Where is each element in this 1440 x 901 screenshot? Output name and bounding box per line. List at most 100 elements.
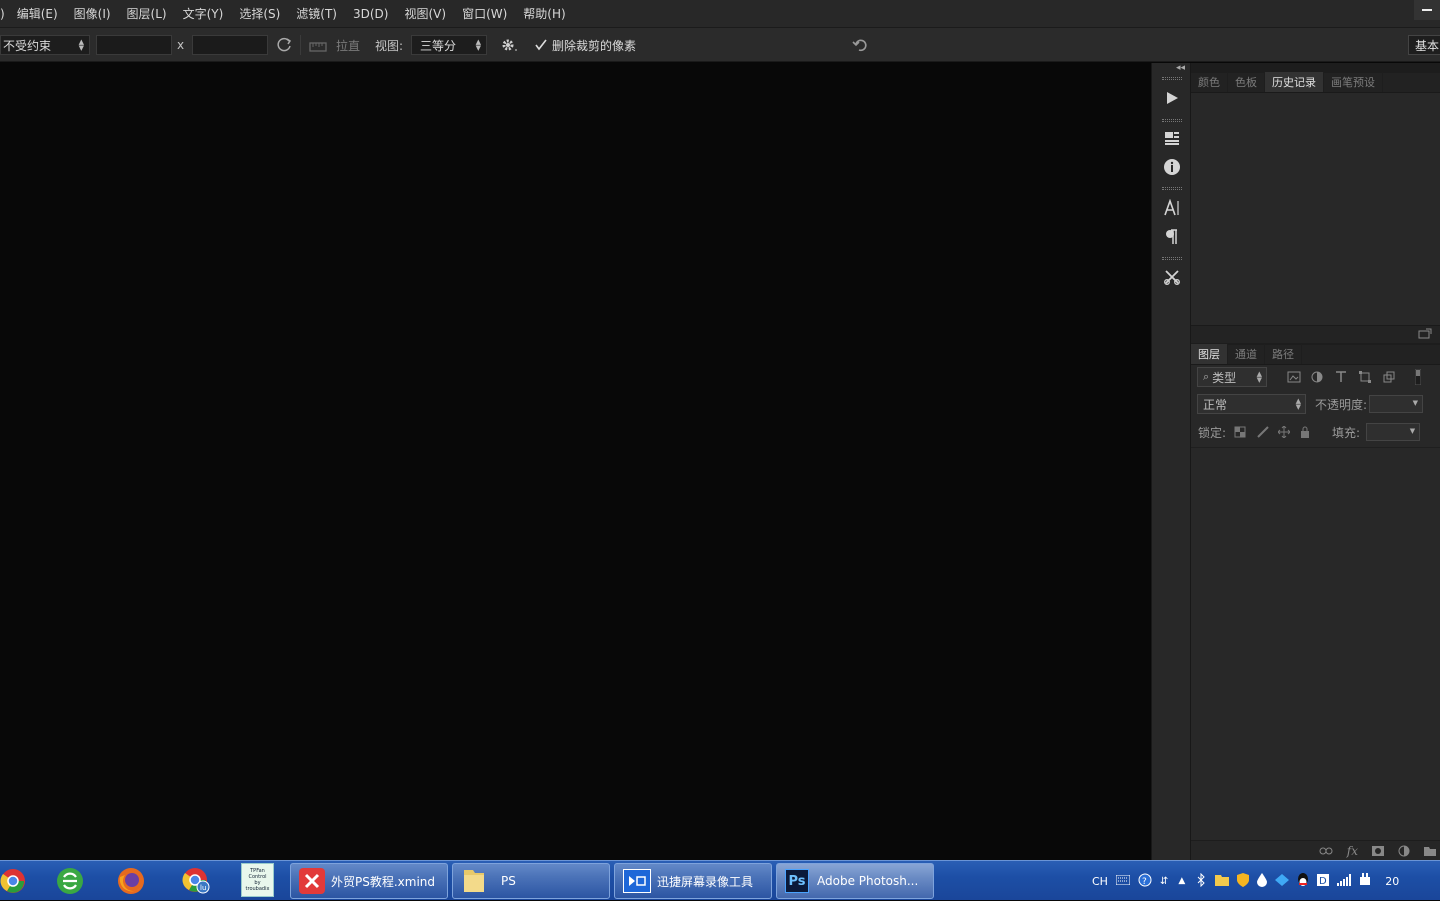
layers-list[interactable] [1191, 448, 1440, 840]
tpfan-icon[interactable]: TPFan Control by troubadix [241, 863, 274, 897]
tab-channels[interactable]: 通道 [1228, 344, 1265, 364]
svg-text:D: D [1319, 876, 1327, 886]
clock-partial[interactable]: 20 [1385, 875, 1399, 888]
minimize-button[interactable] [1414, 0, 1440, 20]
link-layers-icon[interactable] [1319, 846, 1333, 856]
tab-color[interactable]: 颜色 [1191, 72, 1228, 92]
browser-e-icon[interactable] [56, 863, 86, 899]
fx-icon[interactable]: fx [1347, 844, 1358, 858]
layers-panel-footer: fx [1191, 840, 1440, 860]
menu-item-help[interactable]: 帮助(H) [523, 5, 565, 22]
app-d-icon[interactable]: D [1317, 873, 1330, 889]
folder-icon [461, 866, 487, 897]
lock-image-brush-icon[interactable] [1256, 426, 1270, 438]
opacity-label: 不透明度: [1315, 397, 1368, 412]
taskbar-button-recorder[interactable]: 迅捷屏幕录像工具 [614, 863, 772, 899]
lock-position-move-icon[interactable] [1278, 426, 1291, 438]
dock-grip[interactable] [1162, 187, 1182, 190]
tab-brush-presets[interactable]: 画笔预设 [1324, 72, 1383, 92]
menu-item-window[interactable]: 窗口(W) [462, 5, 507, 22]
filter-toggle-icon[interactable] [1415, 369, 1421, 385]
new-group-folder-icon[interactable] [1424, 846, 1436, 856]
tool-presets-icon[interactable] [1160, 266, 1184, 288]
collapse-panels-icon[interactable]: ◂◂ [1176, 63, 1185, 73]
paragraph-icon[interactable] [1160, 226, 1184, 248]
actions-play-icon[interactable] [1160, 87, 1184, 109]
add-mask-icon[interactable] [1372, 845, 1384, 856]
qq-penguin-icon[interactable] [1297, 872, 1309, 890]
ratio-select-value: 不受约束 [3, 38, 52, 53]
menu-item-file-partial[interactable]: ) [0, 7, 5, 21]
help-icon[interactable]: ? [1138, 873, 1152, 890]
firefox-icon[interactable] [117, 863, 147, 899]
taskbar-button-photoshop[interactable]: Ps Adobe Photosh... [776, 863, 934, 899]
character-icon[interactable] [1160, 197, 1184, 219]
ime-icon[interactable]: ⇵ [1160, 876, 1168, 887]
filter-adjustment-icon[interactable] [1311, 371, 1323, 383]
workspace-select[interactable]: 基本 [1408, 35, 1440, 55]
language-indicator[interactable]: CH [1092, 875, 1108, 888]
lock-transparent-icon[interactable] [1234, 426, 1246, 438]
tab-history[interactable]: 历史记录 [1265, 72, 1324, 92]
lock-label: 锁定: [1198, 425, 1227, 440]
dock-grip[interactable] [1162, 77, 1182, 80]
layer-filter-select[interactable]: ⌕ 类型 ▲ ▼ [1197, 367, 1267, 387]
straighten-icon[interactable] [308, 28, 328, 62]
dropdown-arrow-icon: ▼ [1412, 399, 1419, 407]
gear-icon[interactable] [499, 28, 519, 62]
ratio-select[interactable]: 不受约束 ▲ ▼ [0, 35, 90, 55]
lock-all-icon[interactable] [1300, 426, 1310, 438]
filter-type-icon[interactable] [1335, 371, 1347, 383]
filter-pixel-icon[interactable] [1287, 371, 1301, 383]
menu-item-layer[interactable]: 图层(L) [127, 5, 167, 22]
delete-crop-checkbox[interactable] [534, 28, 548, 62]
reset-icon[interactable] [851, 28, 871, 62]
menu-item-view[interactable]: 视图(V) [404, 5, 446, 22]
menu-item-edit[interactable]: 编辑(E) [17, 5, 58, 22]
bluetooth-icon[interactable] [1197, 872, 1205, 890]
opacity-field[interactable]: ▼ [1369, 395, 1424, 413]
tab-swatches[interactable]: 色板 [1228, 72, 1265, 92]
select-arrows-icon: ▲ ▼ [78, 38, 84, 52]
menu-item-select[interactable]: 选择(S) [239, 5, 280, 22]
shield-icon[interactable] [1237, 872, 1250, 890]
swap-icon[interactable] [276, 28, 294, 62]
delete-crop-label[interactable]: 删除裁剪的像素 [552, 28, 636, 62]
taskbar-button-xmind[interactable]: 外贸PS教程.xmind [290, 863, 448, 899]
menu-item-3d[interactable]: 3D(D) [353, 7, 388, 21]
dock-grip[interactable] [1162, 119, 1182, 122]
straighten-label[interactable]: 拉直 [336, 28, 360, 62]
view-select[interactable]: 三等分 ▲ ▼ [411, 35, 487, 55]
blend-mode-select[interactable]: 正常 ▲ ▼ [1197, 394, 1306, 414]
tray-folder-icon[interactable] [1215, 874, 1230, 889]
recorder-icon [623, 869, 651, 893]
menu-item-image[interactable]: 图像(I) [74, 5, 111, 22]
menu-item-type[interactable]: 文字(Y) [183, 5, 224, 22]
width-field[interactable] [96, 35, 172, 55]
tab-paths[interactable]: 路径 [1265, 344, 1302, 364]
dock-grip[interactable] [1162, 257, 1182, 260]
tpfan-line: troubadix [245, 886, 270, 892]
filter-smart-object-icon[interactable] [1383, 371, 1395, 383]
droplet-icon[interactable] [1257, 872, 1268, 890]
fill-field[interactable]: ▼ [1366, 423, 1421, 441]
show-hidden-icons[interactable]: ▲ [1178, 876, 1185, 886]
layer-filter-row: ⌕ 类型 ▲ ▼ [1191, 366, 1440, 388]
chrome-icon[interactable] [0, 863, 28, 899]
power-plug-icon[interactable] [1359, 872, 1371, 890]
height-field[interactable] [192, 35, 268, 55]
tab-layers[interactable]: 图层 [1191, 344, 1228, 364]
new-adjustment-icon[interactable] [1398, 845, 1410, 857]
document-canvas-area[interactable] [0, 63, 1151, 860]
taskbar-button-folder-ps[interactable]: PS [452, 863, 610, 899]
properties-icon[interactable] [1160, 127, 1184, 149]
network-share-icon[interactable] [1275, 873, 1290, 889]
workspace-label: 基本 [1415, 38, 1440, 53]
menu-item-filter[interactable]: 滤镜(T) [296, 5, 337, 22]
info-icon[interactable] [1160, 156, 1184, 178]
new-snapshot-icon[interactable] [1418, 328, 1432, 343]
signal-icon[interactable] [1337, 873, 1352, 889]
keyboard-icon[interactable] [1115, 874, 1131, 888]
chrome-user-icon[interactable]: lu [182, 863, 212, 899]
filter-shape-icon[interactable] [1359, 371, 1371, 383]
